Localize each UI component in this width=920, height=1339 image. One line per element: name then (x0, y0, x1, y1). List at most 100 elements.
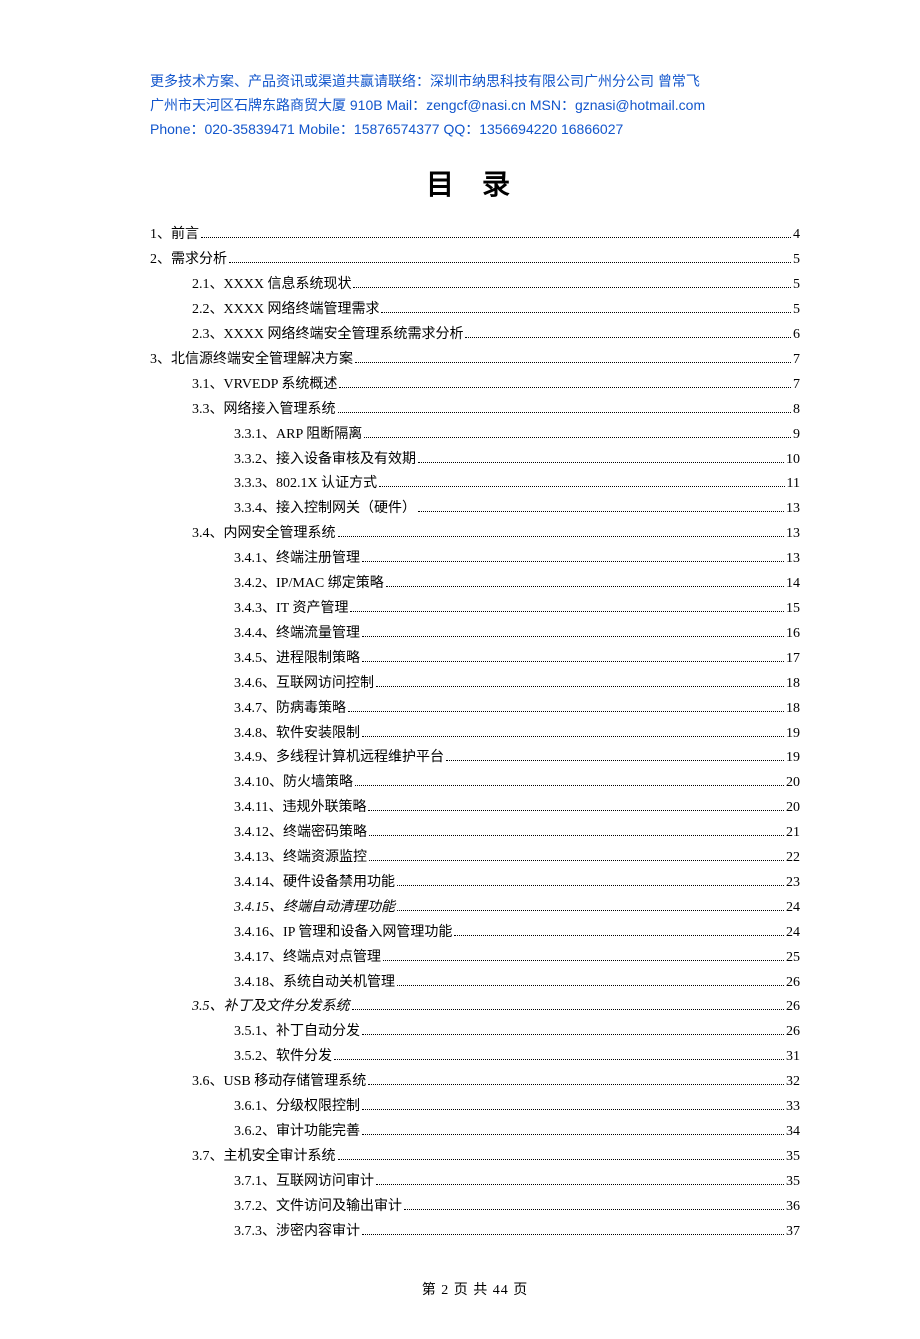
toc-leader-dots (362, 661, 784, 662)
toc-leader-dots (465, 337, 791, 338)
page-header: 更多技术方案、产品资讯或渠道共赢请联络：深圳市纳思科技有限公司广州分公司 曾常飞… (150, 70, 800, 141)
toc-entry-label: 3.7、主机安全审计系统 (192, 1145, 336, 1170)
toc-entry[interactable]: 3.5.2、软件分发31 (150, 1045, 800, 1070)
toc-leader-dots (404, 1209, 784, 1210)
toc-entry-label: 3.4.6、互联网访问控制 (234, 672, 374, 697)
toc-leader-dots (386, 586, 784, 587)
toc-entry[interactable]: 3.4.16、IP 管理和设备入网管理功能24 (150, 921, 800, 946)
toc-entry-label: 3、北信源终端安全管理解决方案 (150, 348, 353, 373)
toc-leader-dots (362, 561, 784, 562)
toc-entry[interactable]: 3.4.5、进程限制策略17 (150, 647, 800, 672)
toc-leader-dots (381, 312, 791, 313)
toc-entry[interactable]: 3.4.2、IP/MAC 绑定策略14 (150, 572, 800, 597)
toc-leader-dots (383, 960, 784, 961)
toc-entry[interactable]: 3.4.9、多线程计算机远程维护平台 19 (150, 746, 800, 771)
table-of-contents: 1、前言42、需求分析52.1、XXXX 信息系统现状52.2、XXXX 网络终… (150, 223, 800, 1244)
toc-entry-label: 2.3、XXXX 网络终端安全管理系统需求分析 (192, 323, 463, 348)
toc-entry-page: 5 (793, 298, 800, 323)
toc-entry[interactable]: 3.4.10、防火墙策略20 (150, 771, 800, 796)
toc-entry-label: 3.7.3、涉密内容审计 (234, 1220, 360, 1245)
toc-leader-dots (369, 835, 784, 836)
toc-entry[interactable]: 3.4.15、终端自动清理功能24 (150, 896, 800, 921)
toc-entry-label: 3.4.9、多线程计算机远程维护平台 (234, 746, 444, 771)
toc-entry[interactable]: 3.4.7、防病毒策略18 (150, 697, 800, 722)
toc-entry-page: 5 (793, 248, 800, 273)
toc-entry[interactable]: 1、前言4 (150, 223, 800, 248)
toc-entry-label: 3.5.2、软件分发 (234, 1045, 332, 1070)
toc-entry[interactable]: 3.6.1、分级权限控制33 (150, 1095, 800, 1120)
toc-entry-page: 17 (786, 647, 800, 672)
toc-entry[interactable]: 3.7.2、文件访问及输出审计36 (150, 1195, 800, 1220)
toc-entry-label: 2.2、XXXX 网络终端管理需求 (192, 298, 379, 323)
toc-entry[interactable]: 3.5.1、补丁自动分发26 (150, 1020, 800, 1045)
toc-entry-page: 25 (786, 946, 800, 971)
toc-entry-page: 18 (786, 672, 800, 697)
toc-leader-dots (348, 711, 784, 712)
toc-entry[interactable]: 3.4.12、终端密码策略21 (150, 821, 800, 846)
toc-entry[interactable]: 2.1、XXXX 信息系统现状5 (150, 273, 800, 298)
toc-entry[interactable]: 3.6.2、审计功能完善 34 (150, 1120, 800, 1145)
toc-entry-page: 7 (793, 348, 800, 373)
toc-entry-label: 3.6、USB 移动存储管理系统 (192, 1070, 366, 1095)
toc-leader-dots (379, 486, 784, 487)
toc-leader-dots (446, 760, 784, 761)
toc-entry-page: 26 (786, 995, 800, 1020)
toc-leader-dots (362, 1234, 784, 1235)
toc-entry-page: 32 (786, 1070, 800, 1095)
toc-leader-dots (364, 437, 791, 438)
toc-entry[interactable]: 3.4.8、软件安装限制19 (150, 722, 800, 747)
toc-entry[interactable]: 3.6、USB 移动存储管理系统 32 (150, 1070, 800, 1095)
toc-entry-label: 3.3.4、接入控制网关（硬件） (234, 497, 416, 522)
toc-entry[interactable]: 3.4、内网安全管理系统13 (150, 522, 800, 547)
toc-leader-dots (362, 1109, 784, 1110)
toc-entry-page: 13 (786, 522, 800, 547)
toc-entry-label: 3.3、网络接入管理系统 (192, 398, 336, 423)
toc-entry[interactable]: 2、需求分析5 (150, 248, 800, 273)
toc-entry-page: 22 (786, 846, 800, 871)
toc-entry[interactable]: 3.3.3、802.1X 认证方式11 (150, 472, 800, 497)
toc-entry[interactable]: 3.1、VRVEDP 系统概述7 (150, 373, 800, 398)
toc-entry[interactable]: 3、北信源终端安全管理解决方案 7 (150, 348, 800, 373)
toc-entry[interactable]: 3.7、主机安全审计系统35 (150, 1145, 800, 1170)
toc-leader-dots (369, 860, 784, 861)
toc-entry[interactable]: 3.4.17、终端点对点管理25 (150, 946, 800, 971)
toc-entry[interactable]: 2.3、XXXX 网络终端安全管理系统需求分析6 (150, 323, 800, 348)
toc-entry[interactable]: 3.4.13、终端资源监控22 (150, 846, 800, 871)
toc-entry-page: 19 (786, 746, 800, 771)
toc-entry[interactable]: 3.5、补丁及文件分发系统26 (150, 995, 800, 1020)
toc-entry[interactable]: 3.3.4、接入控制网关（硬件）13 (150, 497, 800, 522)
toc-entry[interactable]: 3.4.6、互联网访问控制 18 (150, 672, 800, 697)
toc-entry[interactable]: 3.4.14、硬件设备禁用功能23 (150, 871, 800, 896)
toc-entry-label: 3.4.18、系统自动关机管理 (234, 971, 395, 996)
toc-entry-label: 3.4.12、终端密码策略 (234, 821, 367, 846)
toc-leader-dots (418, 462, 784, 463)
toc-entry-page: 14 (786, 572, 800, 597)
header-line-1: 更多技术方案、产品资讯或渠道共赢请联络：深圳市纳思科技有限公司广州分公司 曾常飞 (150, 70, 800, 94)
toc-entry-page: 26 (786, 1020, 800, 1045)
toc-leader-dots (397, 910, 784, 911)
toc-entry-label: 3.3.1、ARP 阻断隔离 (234, 423, 362, 448)
toc-entry-label: 3.4.10、防火墙策略 (234, 771, 353, 796)
toc-entry[interactable]: 3.7.3、涉密内容审计 37 (150, 1220, 800, 1245)
toc-entry[interactable]: 3.3.1、ARP 阻断隔离9 (150, 423, 800, 448)
toc-entry-label: 3.4.4、终端流量管理 (234, 622, 360, 647)
toc-entry[interactable]: 3.7.1、互联网访问审计35 (150, 1170, 800, 1195)
toc-entry-page: 34 (786, 1120, 800, 1145)
toc-leader-dots (418, 511, 784, 512)
toc-entry-label: 3.6.2、审计功能完善 (234, 1120, 360, 1145)
toc-entry[interactable]: 3.4.18、系统自动关机管理26 (150, 971, 800, 996)
toc-entry-page: 37 (786, 1220, 800, 1245)
toc-entry[interactable]: 3.3.2、接入设备审核及有效期10 (150, 448, 800, 473)
toc-entry[interactable]: 3.4.1、终端注册管理13 (150, 547, 800, 572)
toc-entry[interactable]: 3.3、网络接入管理系统8 (150, 398, 800, 423)
toc-entry[interactable]: 2.2、XXXX 网络终端管理需求 5 (150, 298, 800, 323)
toc-entry[interactable]: 3.4.11、违规外联策略20 (150, 796, 800, 821)
header-line-2: 广州市天河区石牌东路商贸大厦 910B Mail：zengcf@nasi.cn … (150, 94, 800, 118)
toc-entry[interactable]: 3.4.3、IT 资产管理15 (150, 597, 800, 622)
toc-entry[interactable]: 3.4.4、终端流量管理16 (150, 622, 800, 647)
toc-entry-label: 3.4.8、软件安装限制 (234, 722, 360, 747)
toc-leader-dots (362, 1134, 784, 1135)
toc-entry-page: 23 (786, 871, 800, 896)
toc-leader-dots (334, 1059, 784, 1060)
toc-entry-page: 20 (786, 796, 800, 821)
